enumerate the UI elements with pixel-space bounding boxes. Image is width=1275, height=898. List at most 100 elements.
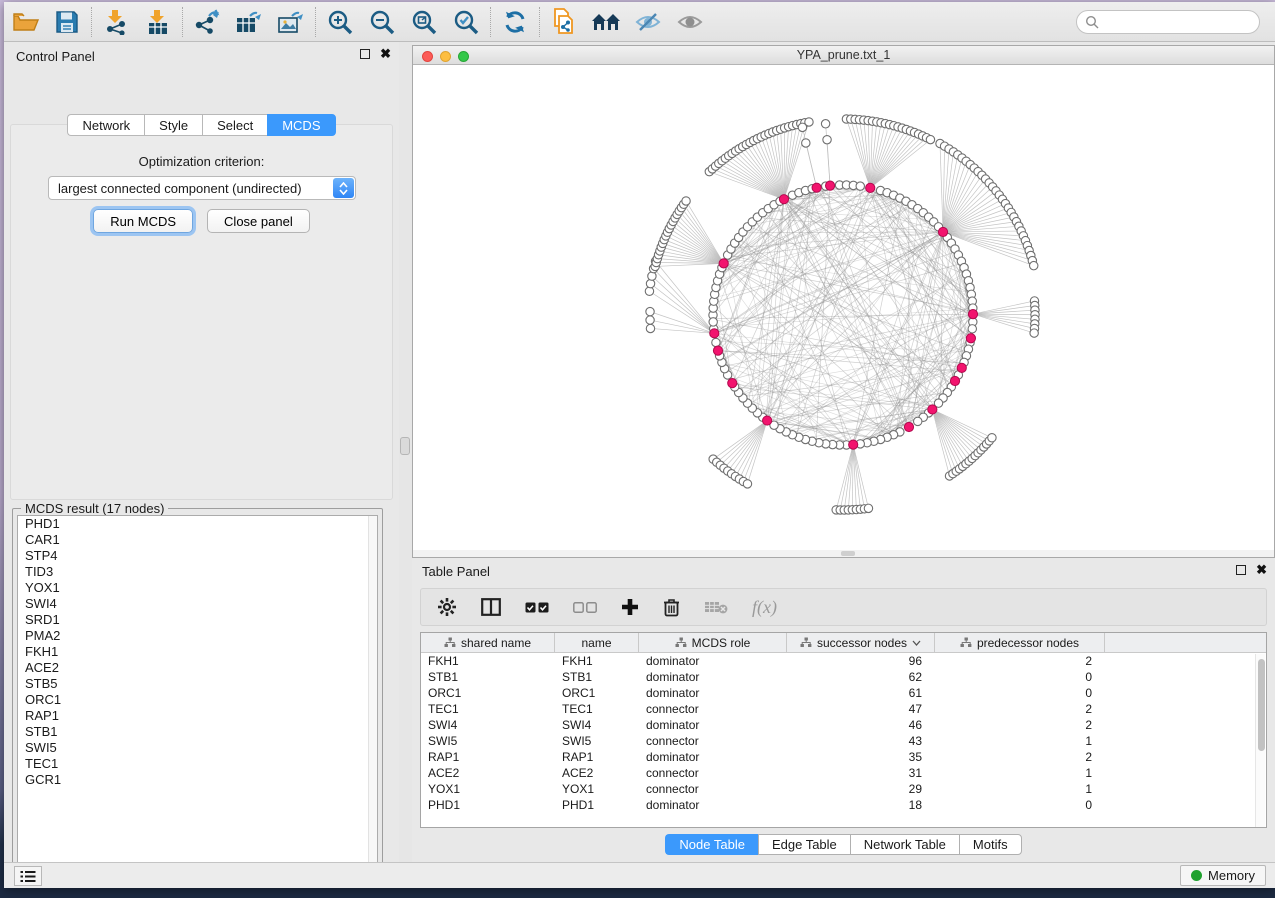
column-type-icon bbox=[800, 637, 812, 648]
result-node[interactable]: TID3 bbox=[18, 564, 377, 580]
table-vscrollbar[interactable] bbox=[1255, 654, 1265, 827]
refresh-view-button[interactable] bbox=[494, 5, 536, 39]
result-node[interactable]: YOX1 bbox=[18, 580, 377, 596]
tab-mcds[interactable]: MCDS bbox=[267, 114, 335, 136]
table-row[interactable]: STB1STB1dominator620 bbox=[421, 669, 1266, 685]
toolbar-separator bbox=[490, 7, 491, 37]
maximize-window-icon[interactable] bbox=[458, 51, 469, 62]
apply-function-button[interactable]: f(x) bbox=[752, 597, 777, 618]
result-node[interactable]: GCR1 bbox=[18, 772, 377, 788]
optimization-criterion-label: Optimization criterion: bbox=[4, 154, 399, 169]
zoom-fit-button[interactable] bbox=[403, 5, 445, 39]
zoom-in-icon bbox=[327, 9, 353, 35]
tab-style[interactable]: Style bbox=[144, 114, 202, 136]
deselect-all-button[interactable] bbox=[573, 602, 597, 613]
float-panel-icon[interactable] bbox=[360, 49, 370, 59]
export-image-button[interactable] bbox=[270, 5, 312, 39]
table-row[interactable]: TEC1TEC1connector472 bbox=[421, 701, 1266, 717]
network-hscroll-thumb[interactable] bbox=[841, 551, 855, 556]
result-node[interactable]: FKH1 bbox=[18, 644, 377, 660]
column-selector-button[interactable] bbox=[481, 598, 501, 616]
column-header-name[interactable]: name bbox=[555, 633, 639, 652]
table-row[interactable]: SWI4SWI4dominator462 bbox=[421, 717, 1266, 733]
memory-button[interactable]: Memory bbox=[1180, 865, 1266, 886]
eye-slash-icon bbox=[634, 11, 662, 33]
result-node[interactable]: SRD1 bbox=[18, 612, 377, 628]
import-network-button[interactable] bbox=[95, 5, 137, 39]
result-node[interactable]: STP4 bbox=[18, 548, 377, 564]
app-window: Control Panel ✖ Network Style Select MCD… bbox=[4, 2, 1275, 888]
zoom-out-button[interactable] bbox=[361, 5, 403, 39]
result-node[interactable]: TEC1 bbox=[18, 756, 377, 772]
open-file-button[interactable] bbox=[4, 5, 46, 39]
table-row[interactable]: ORC1ORC1dominator610 bbox=[421, 685, 1266, 701]
result-node[interactable]: STB5 bbox=[18, 676, 377, 692]
delete-table-button[interactable] bbox=[704, 600, 728, 614]
result-node[interactable]: PHD1 bbox=[18, 516, 377, 532]
table-options-button[interactable] bbox=[437, 597, 457, 617]
divider-thumb[interactable] bbox=[400, 437, 410, 455]
trash-icon bbox=[663, 598, 680, 617]
table-vscroll-thumb[interactable] bbox=[1258, 659, 1265, 751]
result-list-scrollbar[interactable] bbox=[368, 516, 377, 874]
tab-motifs[interactable]: Motifs bbox=[959, 834, 1022, 855]
result-node[interactable]: STB1 bbox=[18, 724, 377, 740]
minimize-window-icon[interactable] bbox=[440, 51, 451, 62]
close-window-icon[interactable] bbox=[422, 51, 433, 62]
close-panel-button[interactable]: Close panel bbox=[207, 209, 310, 233]
tab-select[interactable]: Select bbox=[202, 114, 267, 136]
show-all-button[interactable] bbox=[669, 5, 711, 39]
save-session-button[interactable] bbox=[46, 5, 88, 39]
network-window-titlebar[interactable]: YPA_prune.txt_1 bbox=[413, 46, 1274, 65]
tab-edge-table[interactable]: Edge Table bbox=[758, 834, 850, 855]
table-row[interactable]: PHD1PHD1dominator180 bbox=[421, 797, 1266, 813]
result-node[interactable]: RAP1 bbox=[18, 708, 377, 724]
table-row[interactable]: FKH1FKH1dominator962 bbox=[421, 653, 1266, 669]
zoom-selected-button[interactable] bbox=[445, 5, 487, 39]
import-table-button[interactable] bbox=[137, 5, 179, 39]
tab-node-table[interactable]: Node Table bbox=[665, 834, 758, 855]
tab-network-table[interactable]: Network Table bbox=[850, 834, 959, 855]
zoom-in-button[interactable] bbox=[319, 5, 361, 39]
clone-network-button[interactable] bbox=[543, 5, 585, 39]
criterion-dropdown[interactable]: largest connected component (undirected) bbox=[48, 176, 356, 200]
memory-status-icon bbox=[1191, 870, 1202, 881]
tab-network[interactable]: Network bbox=[67, 114, 144, 136]
table-row[interactable]: ACE2ACE2connector311 bbox=[421, 765, 1266, 781]
delete-column-button[interactable] bbox=[663, 598, 680, 617]
network-canvas[interactable] bbox=[413, 65, 1274, 550]
mcds-result-list[interactable]: PHD1 CAR1 STP4 TID3 YOX1 SWI4 SRD1 PMA2 … bbox=[17, 515, 378, 875]
add-column-button[interactable] bbox=[621, 598, 639, 616]
show-log-button[interactable] bbox=[14, 866, 42, 886]
column-type-icon bbox=[444, 637, 456, 648]
close-panel-icon[interactable]: ✖ bbox=[1256, 565, 1267, 575]
table-row[interactable]: RAP1RAP1dominator352 bbox=[421, 749, 1266, 765]
result-node[interactable]: CAR1 bbox=[18, 532, 377, 548]
column-header-shared-name[interactable]: shared name bbox=[421, 633, 555, 652]
export-network-button[interactable] bbox=[186, 5, 228, 39]
table-row[interactable]: YOX1YOX1connector291 bbox=[421, 781, 1266, 797]
column-header-successor-nodes[interactable]: successor nodes bbox=[787, 633, 935, 652]
search-input[interactable] bbox=[1099, 15, 1249, 29]
column-header-predecessor-nodes[interactable]: predecessor nodes bbox=[935, 633, 1105, 652]
result-node[interactable]: ACE2 bbox=[18, 660, 377, 676]
table-row[interactable]: SWI5SWI5connector431 bbox=[421, 733, 1266, 749]
close-panel-icon[interactable]: ✖ bbox=[380, 49, 391, 59]
split-pane-divider[interactable] bbox=[399, 42, 412, 862]
column-header-mcds-role[interactable]: MCDS role bbox=[639, 633, 787, 652]
run-mcds-button[interactable]: Run MCDS bbox=[93, 209, 193, 233]
result-node[interactable]: SWI5 bbox=[18, 740, 377, 756]
result-node[interactable]: ORC1 bbox=[18, 692, 377, 708]
export-table-button[interactable] bbox=[228, 5, 270, 39]
select-all-button[interactable] bbox=[525, 602, 549, 613]
import-table-icon bbox=[145, 9, 171, 35]
mcds-result-title: MCDS result (17 nodes) bbox=[21, 501, 168, 516]
result-node[interactable]: PMA2 bbox=[18, 628, 377, 644]
result-node[interactable]: SWI4 bbox=[18, 596, 377, 612]
two-houses-icon bbox=[591, 11, 621, 33]
hide-selected-button[interactable] bbox=[627, 5, 669, 39]
float-panel-icon[interactable] bbox=[1236, 565, 1246, 575]
first-neighbors-button[interactable] bbox=[585, 5, 627, 39]
search-box[interactable] bbox=[1076, 10, 1260, 34]
network-hscrollbar[interactable] bbox=[413, 550, 1274, 557]
